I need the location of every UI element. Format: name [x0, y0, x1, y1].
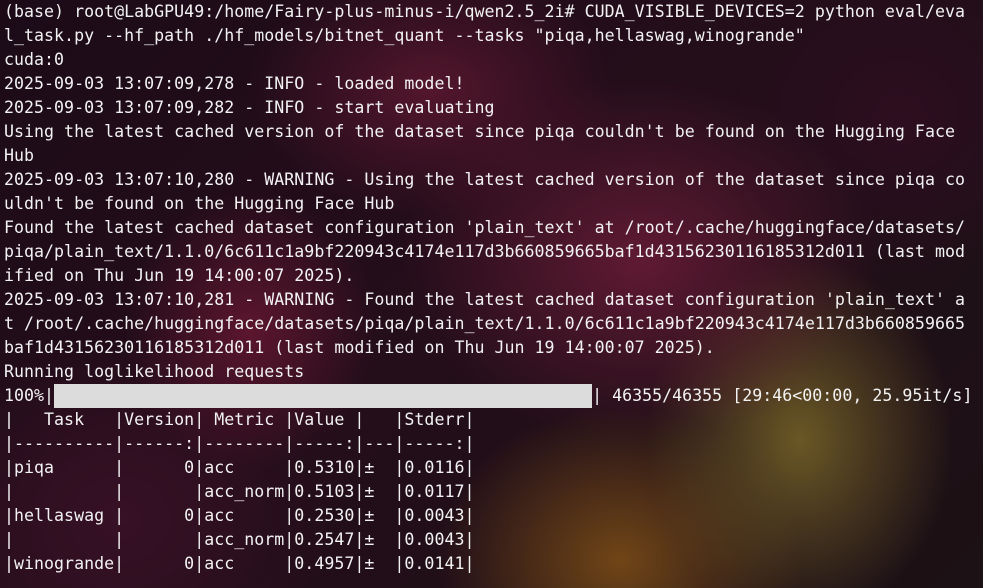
- results-table-row: | | |acc_norm|0.5103|± |0.0117|: [4, 482, 475, 501]
- output-line: Hub: [4, 146, 35, 165]
- results-table-separator: |----------|------:|--------|-----:|---|…: [4, 434, 475, 453]
- log-line: 2025-09-03 13:07:09,282 - INFO - start e…: [4, 98, 495, 117]
- log-line: uldn't be found on the Hugging Face Hub: [4, 194, 395, 213]
- progress-stats: | 46355/46355 [29:46<00:00, 25.95it/s]: [592, 386, 973, 405]
- log-line: t /root/.cache/huggingface/datasets/piqa…: [4, 314, 965, 333]
- log-line: baf1d43156230116185312d011 (last modifie…: [4, 338, 715, 357]
- command-line-continued: l_task.py --hf_path ./hf_models/bitnet_q…: [4, 26, 805, 45]
- output-line: ified on Thu Jun 19 14:00:07 2025).: [4, 266, 355, 285]
- progress-bar: [54, 384, 593, 408]
- output-line: Found the latest cached dataset configur…: [4, 218, 965, 237]
- command-line: (base) root@LabGPU49:/home/Fairy-plus-mi…: [4, 2, 965, 21]
- output-line: piqa/plain_text/1.1.0/6c611c1a9bf220943c…: [4, 242, 965, 261]
- results-table-row: |piqa | 0|acc |0.5310|± |0.0116|: [4, 458, 475, 477]
- results-table-row: |hellaswag | 0|acc |0.2530|± |0.0043|: [4, 506, 475, 525]
- progress-percent: 100%|: [4, 386, 55, 405]
- progress-line: 100%| | 46355/46355 [29:46<00:00, 25.95it…: [0, 384, 983, 408]
- results-table-row: | | |acc_norm|0.2547|± |0.0043|: [4, 530, 475, 549]
- log-line: 2025-09-03 13:07:10,281 - WARNING - Foun…: [4, 290, 965, 309]
- results-table-header: | Task |Version| Metric |Value | |Stderr…: [4, 410, 475, 429]
- results-table-row: |winogrande| 0|acc |0.4957|± |0.0141|: [4, 554, 475, 573]
- terminal-output[interactable]: (base) root@LabGPU49:/home/Fairy-plus-mi…: [0, 0, 983, 588]
- output-line: cuda:0: [4, 50, 65, 69]
- output-line: Running loglikelihood requests: [4, 362, 305, 381]
- log-line: 2025-09-03 13:07:09,278 - INFO - loaded …: [4, 74, 465, 93]
- log-line: 2025-09-03 13:07:10,280 - WARNING - Usin…: [4, 170, 965, 189]
- progress-bar-fill: [54, 384, 593, 408]
- output-line: Using the latest cached version of the d…: [4, 122, 955, 141]
